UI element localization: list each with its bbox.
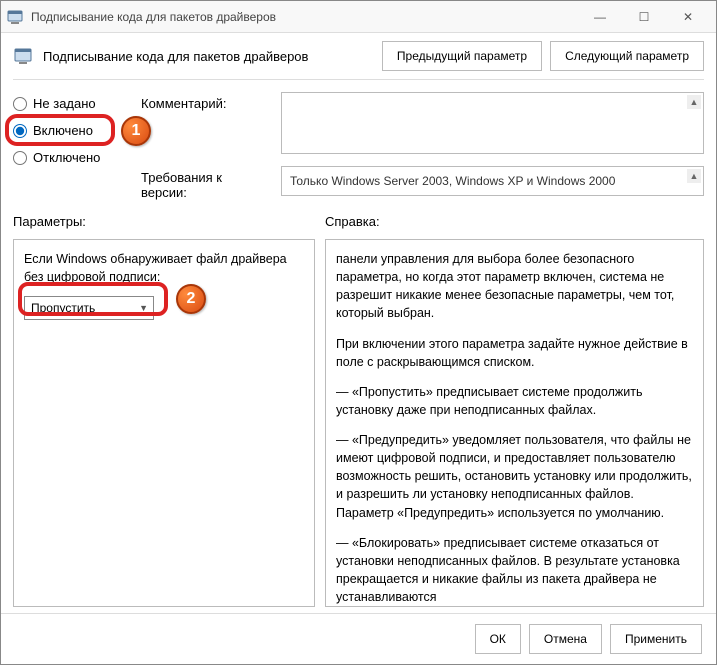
state-radio-group: Не задано Включено Отключено 1 xyxy=(13,92,123,200)
radio-not-configured-input[interactable] xyxy=(13,97,27,111)
next-setting-button[interactable]: Следующий параметр xyxy=(550,41,704,71)
version-label: Требования к версии: xyxy=(141,166,271,200)
annotation-marker-2: 2 xyxy=(176,284,206,314)
window-title: Подписывание кода для пакетов драйверов xyxy=(31,10,578,24)
metadata-fields: Комментарий: ▲ Требования к версии: Толь… xyxy=(141,92,704,200)
chevron-down-icon: ▼ xyxy=(139,302,148,315)
radio-disabled-input[interactable] xyxy=(13,151,27,165)
comment-label: Комментарий: xyxy=(141,92,271,111)
radio-not-configured-label: Не задано xyxy=(33,96,96,111)
close-button[interactable]: ✕ xyxy=(666,2,710,32)
ok-button[interactable]: ОК xyxy=(475,624,521,654)
maximize-button[interactable]: ☐ xyxy=(622,2,666,32)
options-pane: Если Windows обнаруживает файл драйвера … xyxy=(13,239,315,607)
help-paragraph: — «Пропустить» предписывает системе прод… xyxy=(336,383,693,419)
content-panes: Если Windows обнаруживает файл драйвера … xyxy=(1,233,716,613)
policy-editor-window: Подписывание кода для пакетов драйверов … xyxy=(0,0,717,665)
dialog-footer: ОК Отмена Применить xyxy=(1,613,716,664)
help-paragraph: панели управления для выбора более безоп… xyxy=(336,250,693,323)
help-paragraph: При включении этого параметра задайте ну… xyxy=(336,335,693,371)
version-value: Только Windows Server 2003, Windows XP и… xyxy=(290,174,615,188)
options-section-label: Параметры: xyxy=(13,214,325,229)
app-icon xyxy=(7,9,23,25)
upper-panel: Не задано Включено Отключено 1 Комментар… xyxy=(1,86,716,210)
dropdown-value: Пропустить xyxy=(31,300,95,317)
unsigned-action-dropdown[interactable]: Пропустить ▼ xyxy=(24,296,154,320)
radio-not-configured[interactable]: Не задано xyxy=(13,96,123,111)
help-paragraph: — «Блокировать» предписывает системе отк… xyxy=(336,534,693,607)
titlebar: Подписывание кода для пакетов драйверов … xyxy=(1,1,716,33)
toolbar: Подписывание кода для пакетов драйверов … xyxy=(1,33,716,79)
unsigned-driver-prompt: Если Windows обнаруживает файл драйвера … xyxy=(24,250,304,286)
minimize-button[interactable]: — xyxy=(578,2,622,32)
radio-disabled[interactable]: Отключено xyxy=(13,150,123,165)
help-pane: панели управления для выбора более безоп… xyxy=(325,239,704,607)
version-textbox: Только Windows Server 2003, Windows XP и… xyxy=(281,166,704,196)
scroll-up-icon[interactable]: ▲ xyxy=(687,95,701,109)
help-paragraph: — «Предупредить» уведомляет пользователя… xyxy=(336,431,693,522)
policy-name: Подписывание кода для пакетов драйверов xyxy=(43,49,372,64)
comment-textarea[interactable]: ▲ xyxy=(281,92,704,154)
section-labels: Параметры: Справка: xyxy=(1,210,716,233)
radio-enabled[interactable]: Включено xyxy=(13,123,123,138)
window-controls: — ☐ ✕ xyxy=(578,2,710,32)
scroll-up-icon[interactable]: ▲ xyxy=(687,169,701,183)
cancel-button[interactable]: Отмена xyxy=(529,624,602,654)
apply-button[interactable]: Применить xyxy=(610,624,702,654)
help-section-label: Справка: xyxy=(325,214,704,229)
radio-disabled-label: Отключено xyxy=(33,150,100,165)
policy-icon xyxy=(13,46,33,66)
divider xyxy=(13,79,704,80)
radio-enabled-label: Включено xyxy=(33,123,93,138)
previous-setting-button[interactable]: Предыдущий параметр xyxy=(382,41,542,71)
radio-enabled-input[interactable] xyxy=(13,124,27,138)
